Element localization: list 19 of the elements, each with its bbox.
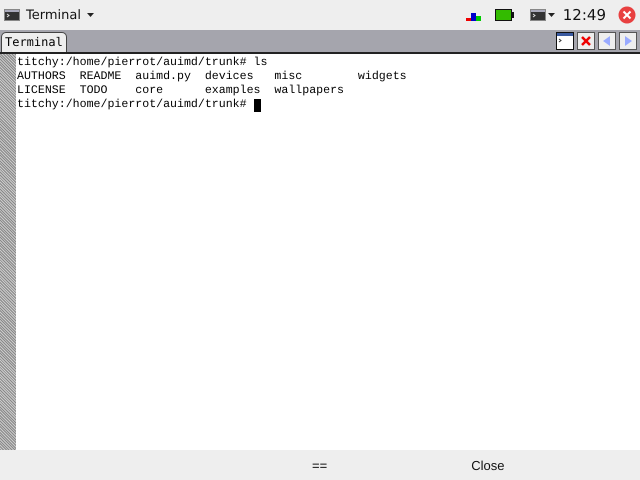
terminal-icon[interactable] [530, 9, 546, 21]
close-icon[interactable] [577, 32, 595, 50]
tab[interactable]: Terminal [1, 32, 67, 52]
terminal-line: titchy:/home/pierrot/auimd/trunk# ls [17, 56, 268, 70]
scrollbar[interactable] [0, 54, 16, 450]
terminal-line: AUTHORS README auimd.py devices misc widgets [17, 70, 407, 84]
terminal-line: titchy:/home/pierrot/auimd/trunk# [17, 98, 248, 112]
terminal-line: LICENSE TODO core examples wallpapers [17, 84, 344, 98]
close-icon[interactable] [618, 6, 636, 24]
close-button[interactable]: Close [469, 456, 506, 474]
caret-icon[interactable] [548, 13, 555, 17]
app-title[interactable]: Terminal [26, 8, 81, 22]
caret-icon[interactable] [86, 13, 94, 17]
terminal-icon[interactable] [4, 9, 20, 21]
window-icon[interactable] [556, 32, 574, 50]
clock: 12:49 [562, 6, 606, 24]
text-cursor [254, 98, 261, 112]
menu-button[interactable]: == [310, 456, 330, 474]
battery-icon[interactable] [494, 9, 514, 21]
